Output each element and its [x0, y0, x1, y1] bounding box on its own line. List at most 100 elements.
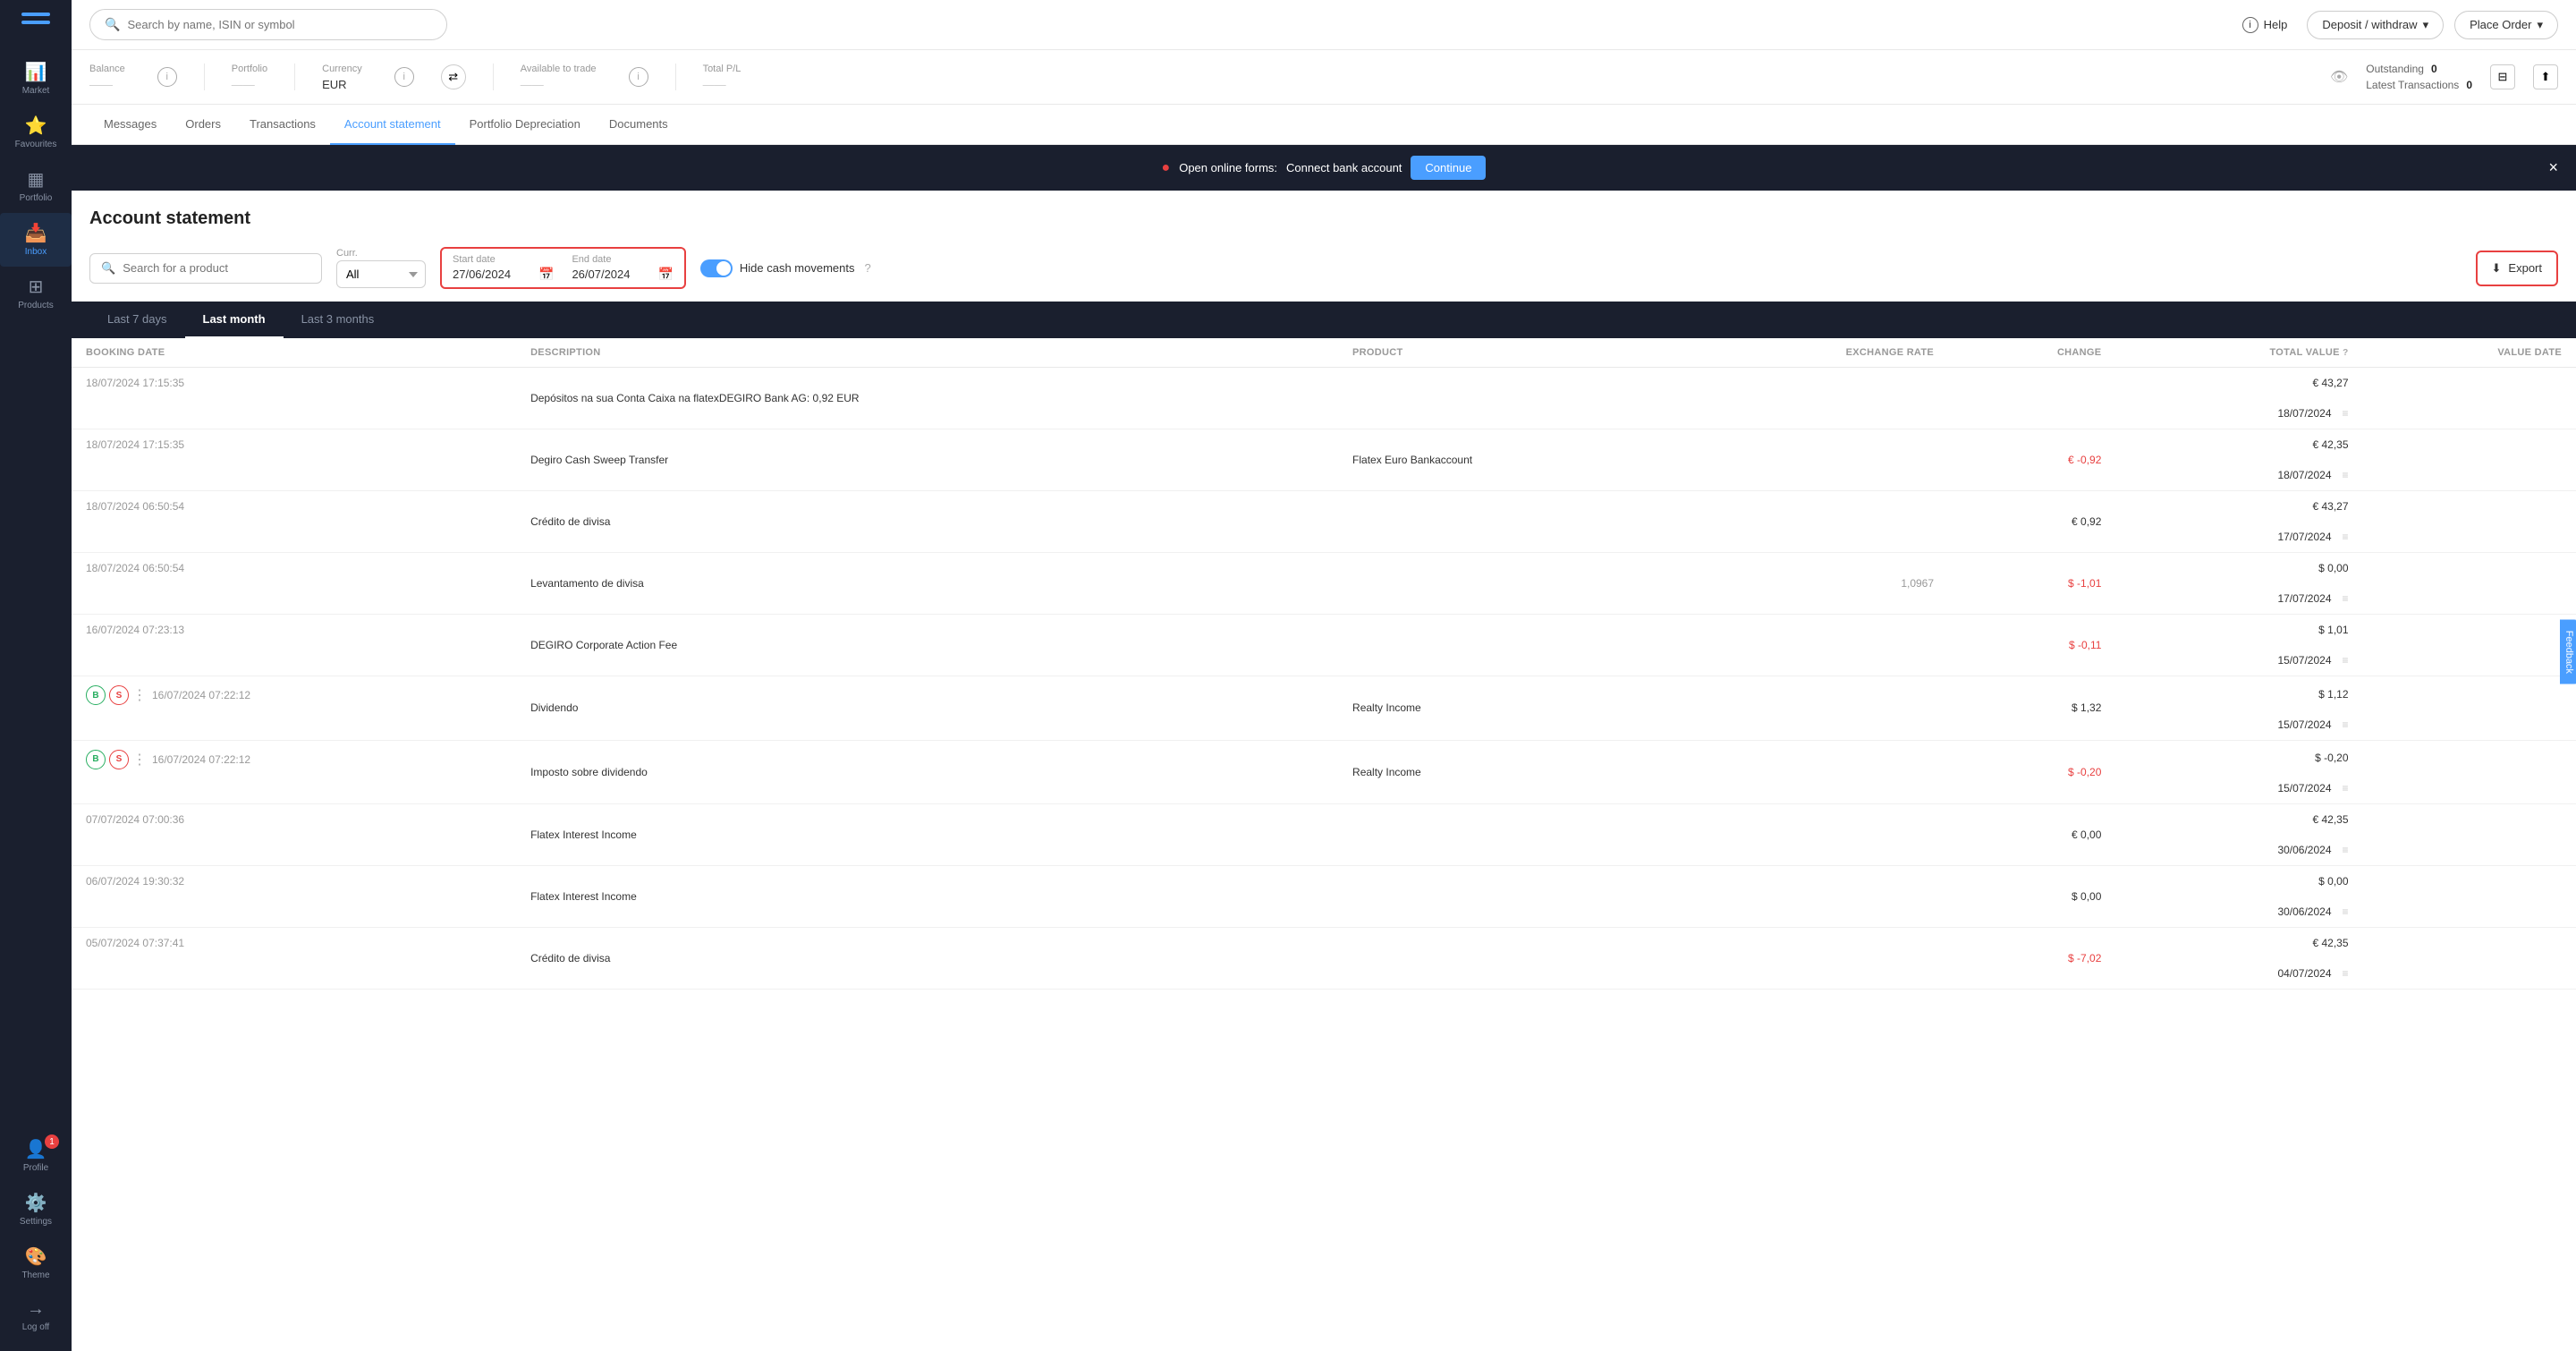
row-menu-icon[interactable]: ≡ [2343, 654, 2349, 667]
profile-badge: 1 [45, 1134, 59, 1149]
tab-account-statement[interactable]: Account statement [330, 105, 455, 145]
table-header-row: BOOKING DATE DESCRIPTION PRODUCT EXCHANG… [72, 338, 2576, 368]
swap-icon: ⇄ [448, 70, 458, 84]
tab-messages[interactable]: Messages [89, 105, 171, 145]
currency-swap-button[interactable]: ⇄ [441, 64, 466, 89]
tab-orders[interactable]: Orders [171, 105, 235, 145]
cell-total-value: € 42,35 [2115, 804, 2362, 835]
cell-exchange-rate: 1,0967 [1680, 553, 1948, 615]
topbar-search-input[interactable] [127, 18, 432, 31]
currency-filter: Curr. All EUR USD GBP [336, 248, 426, 288]
theme-icon: 🎨 [25, 1245, 47, 1268]
balance-info-icon[interactable]: i [157, 67, 177, 87]
cell-product [1338, 928, 1680, 990]
help-button[interactable]: i Help [2233, 12, 2297, 38]
banner: ● Open online forms: Connect bank accoun… [72, 145, 2576, 191]
cell-description: Degiro Cash Sweep Transfer [516, 429, 1338, 491]
banner-close-button[interactable]: × [2548, 158, 2558, 177]
sidebar-item-profile[interactable]: 1 👤 Profile [0, 1129, 72, 1183]
row-menu-icon[interactable]: ≡ [2343, 905, 2349, 918]
latest-tx-value: 0 [2466, 79, 2472, 91]
products-icon: ⊞ [29, 276, 44, 298]
portfolio-value: —— [232, 78, 267, 91]
sidebar-item-portfolio[interactable]: ▦ Portfolio [0, 159, 72, 213]
deposit-withdraw-button[interactable]: Deposit / withdraw ▾ [2307, 11, 2444, 39]
row-menu-icon[interactable]: ≡ [2343, 844, 2349, 856]
start-date-input[interactable] [453, 268, 533, 281]
sidebar-item-market[interactable]: 📊 Market [0, 52, 72, 106]
period-tab-last7[interactable]: Last 7 days [89, 302, 185, 338]
buy-badge[interactable]: B [86, 750, 106, 769]
sidebar-item-favourites[interactable]: ⭐ Favourites [0, 106, 72, 159]
sidebar-item-label-favourites: Favourites [15, 140, 57, 150]
transactions-table: BOOKING DATE DESCRIPTION PRODUCT EXCHANG… [72, 338, 2576, 990]
account-right-section: 👁 Outstanding 0 Latest Transactions 0 ⊟ … [2330, 63, 2558, 91]
banner-continue-label: Continue [1425, 161, 1471, 174]
tab-account-statement-label: Account statement [344, 117, 441, 131]
date-range-block: Start date 📅 End date 📅 [440, 247, 686, 289]
cell-change [1948, 368, 2115, 429]
transactions-table-wrap: BOOKING DATE DESCRIPTION PRODUCT EXCHANG… [72, 338, 2576, 990]
buy-badge[interactable]: B [86, 685, 106, 705]
topbar-search[interactable]: 🔍 [89, 9, 447, 40]
cell-description: Flatex Interest Income [516, 866, 1338, 928]
cell-value-date: 04/07/2024≡ [2115, 958, 2362, 989]
portfolio-icon: ▦ [28, 168, 45, 191]
place-order-button[interactable]: Place Order ▾ [2454, 11, 2558, 39]
period-tab-lastmonth[interactable]: Last month [185, 302, 284, 338]
row-menu-icon[interactable]: ≡ [2343, 967, 2349, 980]
th-change: CHANGE [1948, 338, 2115, 368]
total-value-info-icon[interactable]: ? [2343, 348, 2348, 358]
hide-cash-help-icon[interactable]: ? [865, 261, 871, 275]
banner-continue-button[interactable]: Continue [1411, 156, 1486, 180]
portfolio-label: Portfolio [232, 64, 267, 74]
sidebar-item-inbox[interactable]: 📥 Inbox [0, 213, 72, 267]
export-button[interactable]: ⬇ Export [2479, 254, 2555, 283]
filter-button[interactable]: ⊟ [2490, 64, 2515, 89]
cell-change: $ -0,20 [1948, 740, 2115, 804]
sell-badge[interactable]: S [109, 750, 129, 769]
product-search[interactable]: 🔍 [89, 253, 322, 284]
row-menu-icon[interactable]: ≡ [2343, 718, 2349, 731]
filters-row: 🔍 Curr. All EUR USD GBP Start date [89, 247, 2558, 289]
sidebar-item-logoff[interactable]: → Log off [0, 1290, 72, 1342]
period-tab-last3months[interactable]: Last 3 months [284, 302, 393, 338]
available-info-icon[interactable]: i [629, 67, 648, 87]
feedback-tab[interactable]: Feedback [2560, 620, 2576, 684]
sidebar-item-products[interactable]: ⊞ Products [0, 267, 72, 320]
profile-icon: 👤 [25, 1138, 47, 1160]
end-date-calendar-icon[interactable]: 📅 [657, 267, 673, 282]
sidebar-item-settings[interactable]: ⚙️ Settings [0, 1183, 72, 1236]
cell-product: Realty Income [1338, 740, 1680, 804]
end-date-field: End date 📅 [572, 254, 673, 282]
table-body: 18/07/2024 17:15:35Depósitos na sua Cont… [72, 368, 2576, 990]
more-options-icon[interactable]: ⋮ [132, 686, 147, 704]
row-menu-icon[interactable]: ≡ [2343, 592, 2349, 605]
outstanding-value: 0 [2431, 63, 2437, 75]
product-search-input[interactable] [123, 261, 310, 275]
cell-value-date: 30/06/2024 ≡ [2115, 896, 2362, 927]
value-date-text: 30/06/2024 [2277, 905, 2331, 918]
row-menu-icon[interactable]: ≡ [2343, 782, 2349, 794]
more-options-icon[interactable]: ⋮ [132, 751, 147, 769]
row-menu-icon[interactable]: ≡ [2343, 469, 2349, 481]
currency-info-icon[interactable]: i [394, 67, 414, 87]
outstanding-label: Outstanding [2366, 63, 2424, 75]
sidebar-item-theme[interactable]: 🎨 Theme [0, 1236, 72, 1290]
tab-transactions[interactable]: Transactions [235, 105, 330, 145]
sell-badge[interactable]: S [109, 685, 129, 705]
currency-select[interactable]: All EUR USD GBP [336, 260, 426, 288]
cell-booking-date: 06/07/2024 19:30:32 [72, 866, 516, 896]
row-menu-icon[interactable]: ≡ [2343, 407, 2349, 420]
hide-cash-toggle[interactable] [700, 259, 733, 277]
tab-documents[interactable]: Documents [595, 105, 682, 145]
help-circle-icon: i [2242, 17, 2258, 33]
expand-button[interactable]: ⬆ [2533, 64, 2558, 89]
tab-portfolio-depreciation[interactable]: Portfolio Depreciation [455, 105, 595, 145]
cell-change: € -0,92 [1948, 429, 2115, 491]
booking-date-value: 18/07/2024 06:50:54 [86, 500, 184, 513]
start-date-calendar-icon[interactable]: 📅 [538, 267, 554, 282]
end-date-input[interactable] [572, 268, 652, 281]
row-menu-icon[interactable]: ≡ [2343, 531, 2349, 543]
total-pl-value: —— [703, 78, 741, 91]
